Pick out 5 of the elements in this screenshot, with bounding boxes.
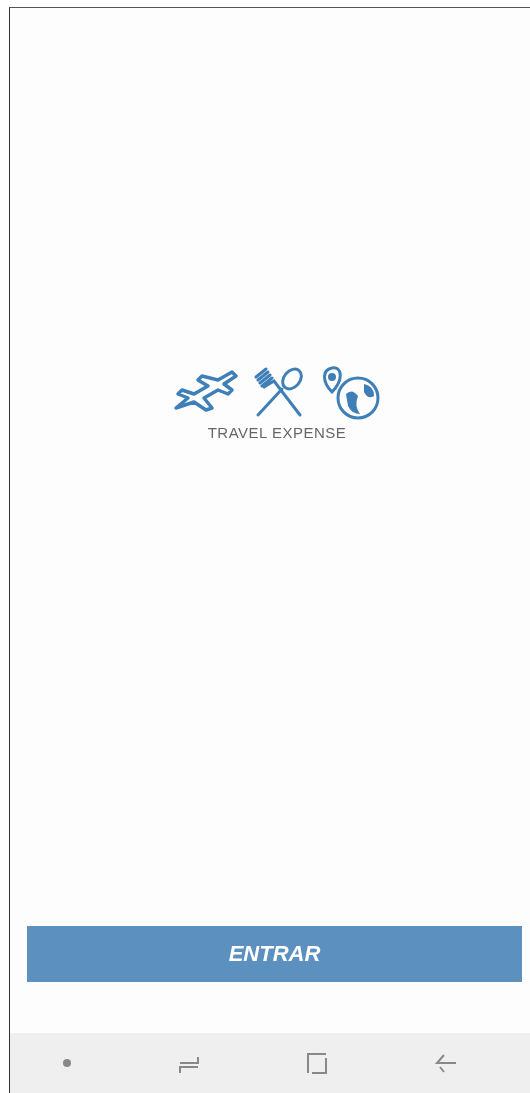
fork-spoon-icon [252,367,306,419]
login-button[interactable]: ENTRAR [27,926,522,982]
dot-icon[interactable] [62,1058,73,1068]
app-name: TRAVEL EXPENSE [207,424,347,441]
home-icon[interactable] [305,1051,330,1075]
